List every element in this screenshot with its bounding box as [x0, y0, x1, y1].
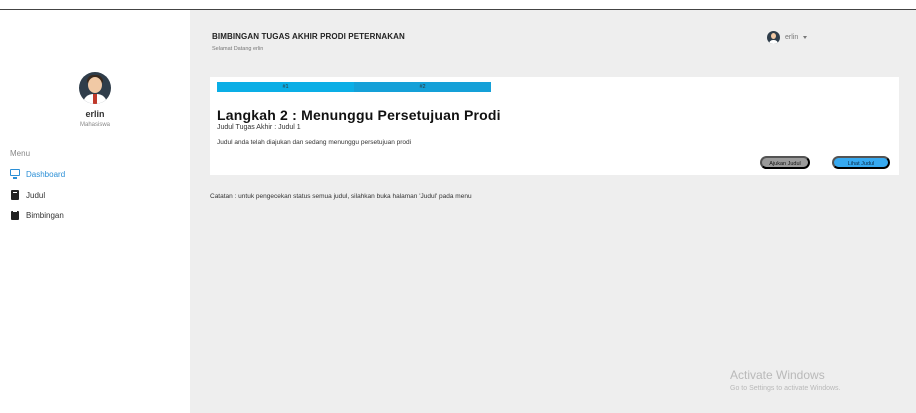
judul-info: Judul Tugas Akhir : Judul 1	[217, 124, 301, 131]
avatar	[79, 72, 111, 104]
menu-label: Menu	[10, 149, 31, 158]
step-1[interactable]: #1	[217, 82, 354, 92]
welcome-text: Selamat Datang erlin	[212, 46, 264, 52]
step-2[interactable]: #2	[354, 82, 491, 92]
page-title: BIMBINGAN TUGAS AKHIR PRODI PETERNAKAN	[212, 32, 405, 41]
user-menu-dropdown[interactable]: erlin	[767, 31, 808, 44]
book-icon	[10, 190, 20, 200]
sidebar: erlin Mahasiswa Menu Dashboard Judul Bim…	[0, 10, 190, 413]
step-title: Langkah 2 : Menunggu Persetujuan Prodi	[217, 107, 501, 123]
sidebar-profile: erlin Mahasiswa	[0, 72, 190, 128]
watermark-title: Activate Windows	[730, 368, 825, 382]
sidebar-item-label: Dashboard	[26, 169, 66, 179]
progress-stepper: #1 #2	[217, 82, 491, 92]
caret-down-icon	[803, 36, 808, 39]
lihat-judul-button[interactable]: Lihat Judul	[832, 156, 890, 169]
activation-watermark: Activate Windows Go to Settings to activ…	[730, 368, 841, 392]
ajukan-judul-button[interactable]: Ajukan Judul	[760, 156, 810, 169]
sidebar-item-dashboard[interactable]: Dashboard	[10, 167, 65, 181]
profile-role: Mahasiswa	[79, 122, 110, 128]
status-message: Judul anda telah diajukan dan sedang men…	[217, 139, 412, 146]
sidebar-item-judul[interactable]: Judul	[10, 188, 45, 202]
user-menu-name: erlin	[785, 34, 799, 41]
monitor-icon	[10, 169, 20, 179]
watermark-subtitle: Go to Settings to activate Windows.	[730, 385, 841, 392]
sidebar-item-label: Judul	[26, 190, 46, 200]
status-card: #1 #2 Langkah 2 : Menunggu Persetujuan P…	[210, 77, 899, 175]
clipboard-icon	[10, 210, 20, 220]
sidebar-item-bimbingan[interactable]: Bimbingan	[10, 208, 64, 222]
main-content: BIMBINGAN TUGAS AKHIR PRODI PETERNAKAN S…	[190, 10, 916, 413]
avatar	[767, 31, 780, 44]
header: BIMBINGAN TUGAS AKHIR PRODI PETERNAKAN S…	[190, 10, 916, 70]
note-text: Catatan : untuk pengecekan status semua …	[210, 193, 472, 200]
profile-name: erlin	[85, 109, 105, 119]
sidebar-item-label: Bimbingan	[26, 210, 64, 220]
